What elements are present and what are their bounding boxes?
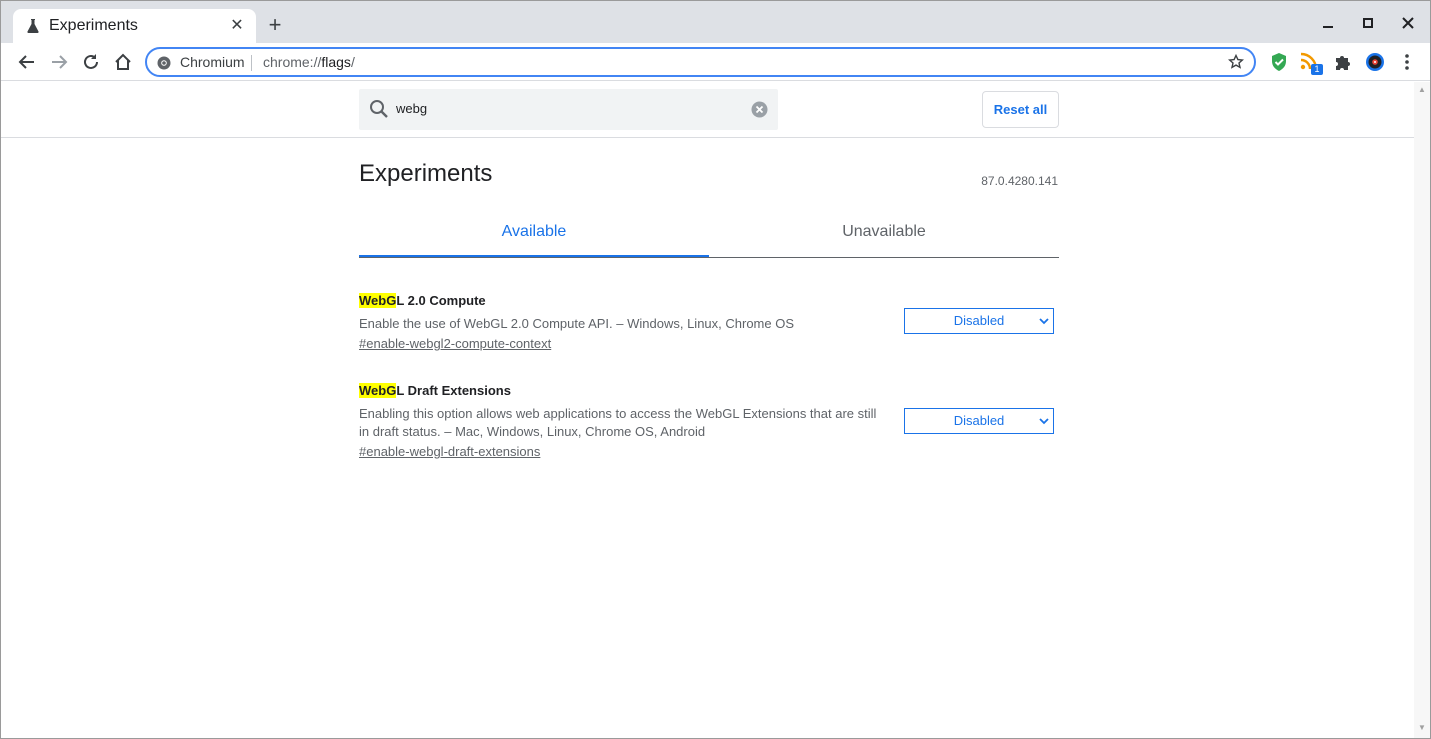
tab-available[interactable]: Available	[359, 209, 709, 257]
tab-unavailable[interactable]: Unavailable	[709, 209, 1059, 257]
extension-badge: 1	[1311, 64, 1323, 75]
experiment-description: Enable the use of WebGL 2.0 Compute API.…	[359, 316, 795, 331]
experiment-name-rest: L 2.0 Compute	[396, 293, 486, 308]
clear-search-icon[interactable]	[751, 101, 768, 118]
url-scheme: chrome://	[263, 54, 322, 70]
vertical-scrollbar[interactable]: ▲ ▼	[1414, 82, 1430, 738]
version-label: 87.0.4280.141	[981, 174, 1058, 188]
tab-strip: Experiments ✕ +	[1, 1, 1430, 43]
scroll-down-icon[interactable]: ▼	[1418, 724, 1426, 732]
select-value: Disabled	[953, 313, 1005, 328]
omnibox-separator	[251, 55, 252, 71]
chevron-down-icon	[1039, 318, 1049, 325]
tab-close-icon[interactable]: ✕	[228, 17, 246, 35]
shield-extension-icon[interactable]	[1268, 51, 1290, 73]
experiment-item: WebGL Draft Extensions Enabling this opt…	[359, 383, 1059, 461]
browser-toolbar: Chromium chrome://flags/ 1	[1, 43, 1430, 81]
search-input[interactable]: webg	[359, 89, 778, 130]
tab-title: Experiments	[49, 17, 138, 34]
puzzle-extensions-icon[interactable]	[1332, 51, 1354, 73]
experiment-permalink[interactable]: #enable-webgl2-compute-context	[359, 336, 551, 351]
experiment-name-rest: L Draft Extensions	[396, 383, 511, 398]
browser-tab-experiments[interactable]: Experiments ✕	[13, 9, 256, 43]
back-arrow-icon[interactable]	[16, 51, 38, 73]
experiment-item: WebGL 2.0 Compute Enable the use of WebG…	[359, 293, 1059, 353]
new-tab-button[interactable]: +	[263, 14, 287, 38]
flags-page: webg Reset all Experiments 87.0.4280.141…	[1, 82, 1414, 738]
browser-window: Experiments ✕ + Chromium chrome://flags/…	[0, 0, 1431, 739]
experiment-description: Enabling this option allows web applicat…	[359, 406, 877, 439]
chevron-down-icon	[1039, 418, 1049, 425]
url-path: /	[350, 54, 355, 70]
kebab-menu-icon[interactable]	[1396, 51, 1418, 73]
minimize-icon[interactable]	[1318, 13, 1338, 33]
search-highlight: WebG	[359, 293, 397, 308]
search-highlight: WebG	[359, 383, 397, 398]
profile-avatar-icon[interactable]	[1364, 51, 1386, 73]
page-title: Experiments	[359, 160, 493, 187]
home-icon[interactable]	[112, 51, 134, 73]
bookmark-star-icon[interactable]	[1228, 54, 1244, 70]
flags-header: webg Reset all	[1, 82, 1414, 138]
search-icon	[370, 100, 388, 118]
url-host: flags	[321, 54, 351, 70]
maximize-icon[interactable]	[1358, 13, 1378, 33]
experiment-name: WebGL Draft Extensions	[359, 383, 1059, 398]
select-value: Disabled	[953, 413, 1005, 428]
experiment-permalink[interactable]: #enable-webgl-draft-extensions	[359, 444, 540, 459]
scroll-up-icon[interactable]: ▲	[1418, 86, 1426, 94]
experiment-name: WebGL 2.0 Compute	[359, 293, 1059, 308]
reload-icon[interactable]	[80, 51, 102, 73]
site-label: Chromium	[180, 54, 245, 70]
rss-extension-button[interactable]: 1	[1299, 51, 1325, 77]
flask-icon	[27, 19, 39, 33]
chromium-icon	[157, 56, 171, 70]
forward-arrow-icon[interactable]	[48, 51, 70, 73]
reset-all-button[interactable]: Reset all	[982, 91, 1059, 128]
window-close-icon[interactable]	[1398, 13, 1418, 33]
address-bar[interactable]: Chromium chrome://flags/	[145, 47, 1256, 77]
experiment-state-select[interactable]: Disabled	[904, 308, 1054, 334]
experiment-state-select[interactable]: Disabled	[904, 408, 1054, 434]
search-query: webg	[396, 101, 428, 116]
experiments-tabs: Available Unavailable	[359, 209, 1059, 258]
url-text: chrome://flags/	[263, 54, 355, 70]
